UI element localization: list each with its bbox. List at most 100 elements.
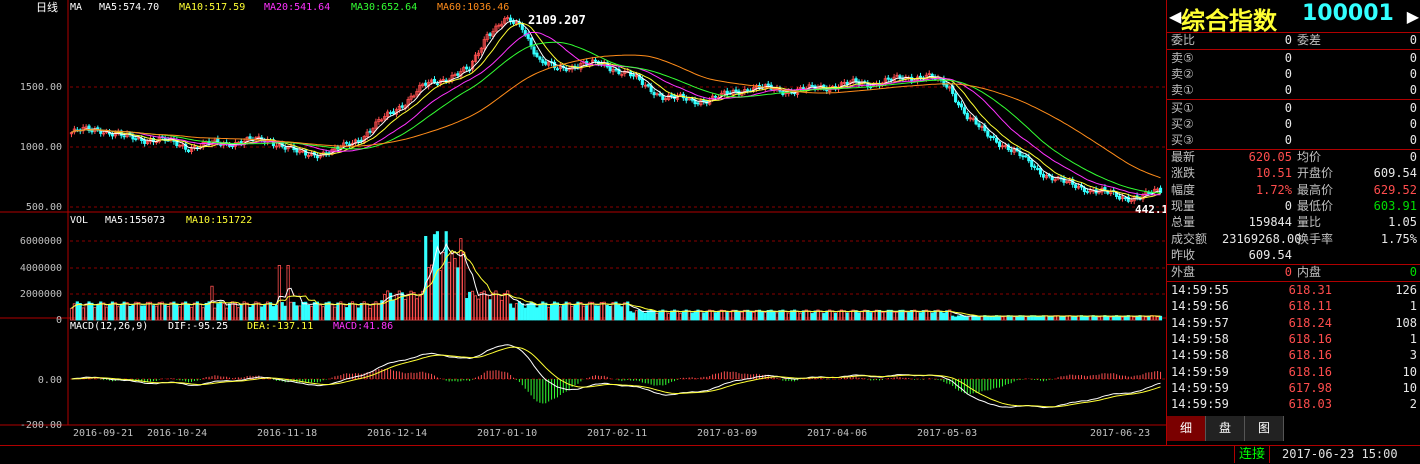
next-arrow-icon[interactable]: ▶ (1407, 7, 1419, 26)
volume-bar (119, 304, 123, 321)
volume-bar (327, 301, 331, 321)
tick-row: 14:59:57 618.24 108 (1171, 315, 1417, 330)
volume-bar (1158, 315, 1163, 321)
status-bar: 连接 2017-06-23 15:00 (0, 445, 1420, 464)
volume-bar (107, 304, 112, 321)
volume-bar (263, 304, 267, 321)
stat-row: 涨跌 10.51 开盘价 609.54 (1171, 166, 1417, 181)
volume-bar (523, 307, 527, 321)
candle-body (684, 98, 688, 101)
tab-detail[interactable]: 细 (1167, 416, 1206, 441)
candle-body (918, 75, 923, 79)
volume-bar (544, 302, 548, 321)
volume-bar (631, 312, 636, 321)
stat-row: 昨收 609.54 (1171, 247, 1292, 262)
volume-bar (576, 301, 580, 321)
volume-bar (705, 311, 709, 321)
candle-body (555, 68, 560, 71)
candle-body (432, 78, 437, 84)
volume-bar (992, 315, 996, 321)
volume-bar (939, 311, 943, 321)
volume-bar (790, 310, 794, 321)
candle-body (435, 83, 439, 85)
dea-legend: DEA:-137.11 (247, 321, 313, 332)
candle-body (1024, 155, 1028, 158)
tick-row: 14:59:58 618.16 3 (1171, 348, 1417, 363)
volume-bar (131, 305, 135, 321)
vol-tick: 4000000 (20, 263, 62, 274)
volume-bar (526, 303, 530, 321)
volume-bar (869, 312, 873, 321)
volume-bar (280, 302, 284, 321)
volume-bar (901, 309, 905, 321)
candle-body (1082, 187, 1086, 193)
candle-body (702, 99, 706, 102)
stat-row: 成交额 23169268.00 换手率 1.75% (1171, 231, 1417, 246)
candle-body (734, 89, 738, 92)
candle-body (541, 59, 545, 64)
tab-orderbook[interactable]: 盘 (1206, 416, 1245, 441)
date-tick: 2016-11-18 (257, 428, 317, 439)
date-tick: 2016-09-21 (73, 428, 133, 439)
kline-chart[interactable]: 日线 MA MA5:574.70 MA10:517.59 MA20:541.64… (0, 0, 1166, 445)
candle-body (658, 93, 662, 96)
volume-bar (778, 310, 782, 321)
candle-body (526, 34, 530, 39)
prev-arrow-icon[interactable]: ◀ (1169, 7, 1181, 26)
volume-bar (435, 231, 439, 321)
candle-body (725, 90, 729, 95)
candle-body (1030, 160, 1034, 167)
tick-row: 14:59:59 618.03 2 (1171, 397, 1417, 412)
candle-body (661, 95, 665, 100)
candle-body (230, 145, 235, 148)
volume-bar (845, 312, 849, 321)
volume-bar (1094, 315, 1098, 321)
volume-bar (760, 311, 764, 321)
tick-row: 14:59:56 618.11 1 (1171, 299, 1417, 314)
buy-row: 买③ 0 0 (1171, 133, 1417, 147)
stat-row: 最新 620.05 均价 0 (1171, 150, 1417, 164)
volume-bar (825, 310, 829, 321)
volume-bar (532, 302, 536, 321)
volume-bar (301, 301, 305, 321)
volume-bar (312, 302, 317, 321)
volume-bar (529, 301, 533, 321)
candle-body (134, 138, 138, 141)
candle-body (368, 130, 372, 133)
candle-body (1009, 149, 1013, 152)
volume-bar (810, 313, 814, 321)
vol-tick: 0 (56, 315, 62, 326)
index-name: 综合指数 (1181, 7, 1277, 35)
volume-bar (693, 311, 697, 321)
candle-body (1021, 155, 1025, 158)
candle-body (631, 74, 636, 77)
candle-body (997, 141, 1002, 148)
volume-bar (271, 306, 276, 321)
date-tick: 2017-06-23 (1090, 428, 1150, 439)
volume-bar (90, 302, 94, 321)
tab-chart[interactable]: 图 (1245, 416, 1284, 441)
status-datetime: 2017-06-23 15:00 (1282, 447, 1398, 461)
stat-row: 幅度 1.72% 最高价 629.52 (1171, 182, 1417, 197)
volume-bar (251, 304, 255, 321)
volume-bar (942, 312, 946, 321)
volume-bar (488, 299, 492, 321)
volume-bar (1082, 315, 1086, 321)
candle-body (248, 136, 252, 140)
candle-body (465, 66, 469, 70)
candle-body (652, 91, 656, 96)
price-tick: 1500.00 (20, 82, 62, 93)
low-marker: 442.1500 (1135, 203, 1166, 216)
ma-label: MA (70, 2, 82, 13)
candle-body (945, 84, 949, 88)
volume-bar (910, 310, 914, 321)
volume-bar (989, 316, 993, 321)
volume-bar (854, 310, 858, 321)
volume-bar (324, 302, 328, 321)
connection-status[interactable]: 连接 (1234, 446, 1271, 463)
candle-body (186, 149, 191, 152)
candle-body (845, 81, 849, 85)
volume-bar (898, 309, 902, 321)
volume-bar (801, 310, 805, 321)
candle-body (1074, 184, 1078, 189)
